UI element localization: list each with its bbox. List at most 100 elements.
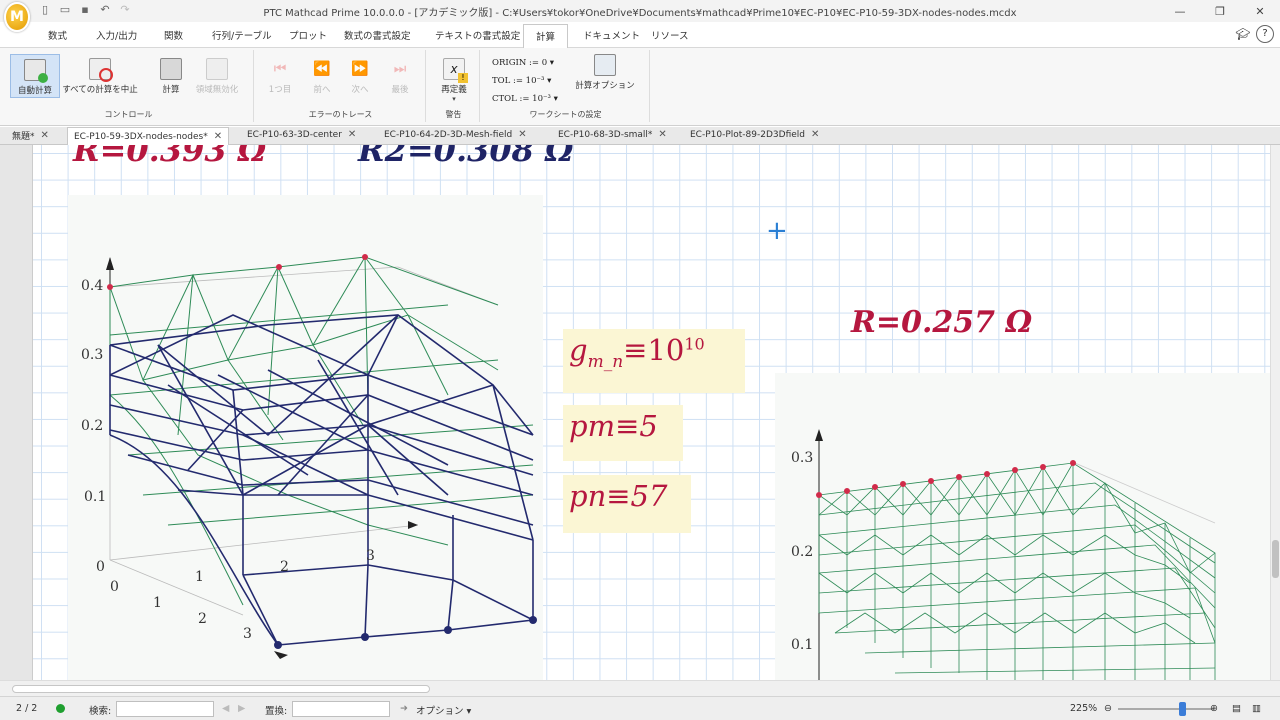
definition-pn[interactable]: pn≡57 <box>563 475 691 533</box>
y-tick-label: 2 <box>280 559 289 575</box>
close-tab-icon[interactable]: ✕ <box>348 129 356 140</box>
prev-error-button[interactable]: ⏪ 前へ <box>308 58 336 95</box>
tab-math-format[interactable]: 数式の書式設定 <box>344 28 411 42</box>
close-tab-icon[interactable]: ✕ <box>658 129 666 140</box>
help-icon[interactable]: ? <box>1256 25 1274 43</box>
ribbon-panel: 自動計算 すべての計算を中止 計算 領域無効化 コントロール ⏮ 1つ目 ⏪ 前… <box>0 48 1280 126</box>
auto-calc-button[interactable]: 自動計算 <box>10 54 60 98</box>
right-3d-plot[interactable]: 0.3 0.2 0.1 <box>775 373 1270 680</box>
horizontal-scrollbar[interactable] <box>0 680 1280 696</box>
doc-tab-untitled[interactable]: 無題* ✕ <box>12 129 49 142</box>
zoom-slider-track[interactable] <box>1118 708 1214 710</box>
options-label: オプション <box>416 706 464 717</box>
resistance-label-right[interactable]: R=0.257 Ω <box>851 305 1032 340</box>
search-next-icon[interactable]: ▶ <box>238 703 245 714</box>
tol-setting[interactable]: TOL := 10⁻³ ▾ <box>492 76 551 86</box>
options-dropdown[interactable]: オプション ▾ <box>416 703 471 717</box>
help-area: 🎓︎ ? <box>1234 25 1274 43</box>
doc-tab[interactable]: EC-P10-Plot-89-2D3Dfield ✕ <box>690 129 819 140</box>
doc-tab-label: EC-P10-68-3D-small* <box>558 129 653 140</box>
g-exponent: 10 <box>684 334 705 354</box>
tab-resources[interactable]: リソース <box>651 28 689 42</box>
page-view-icon[interactable]: ▤ <box>1232 703 1241 714</box>
redefine-dropdown-icon[interactable]: ▾ <box>436 95 472 103</box>
redefine-label: 再定義 <box>441 85 467 95</box>
maximize-icon[interactable]: ❐ <box>1200 0 1240 22</box>
left-3d-plot[interactable]: 0.4 0.3 0.2 0.1 0 0 1 2 3 1 2 3 <box>68 195 543 680</box>
search-prev-icon[interactable]: ◀ <box>222 703 229 714</box>
status-bar: 2 / 2 検索: ◀ ▶ 置換: ➜ オプション ▾ 225% ⊖ ⊕ ▤ ▥ <box>0 696 1280 720</box>
redefine-button[interactable]: x 再定義 ▾ <box>436 58 472 103</box>
doc-tab-label: EC-P10-59-3DX-nodes-nodes* <box>74 131 208 142</box>
tab-functions[interactable]: 関数 <box>164 28 183 42</box>
minimize-icon[interactable]: — <box>1160 0 1200 22</box>
tab-calculation[interactable]: 計算 <box>523 24 569 49</box>
doc-tab[interactable]: EC-P10-63-3D-center ✕ <box>247 129 356 140</box>
calc-options-icon <box>594 54 616 76</box>
g-value: ≡10 <box>623 333 685 367</box>
close-tab-icon[interactable]: ✕ <box>811 129 819 140</box>
calc-options-button[interactable]: 計算オプション <box>574 54 636 91</box>
close-tab-icon[interactable]: ✕ <box>518 129 526 140</box>
tab-math[interactable]: 数式 <box>48 28 67 42</box>
worksheet-canvas[interactable]: R=0.393 Ω R2=0.308 Ω + 0.4 0.3 0.2 0.1 0… <box>33 145 1270 680</box>
zoom-level: 225% <box>1070 703 1098 714</box>
doc-tab-label: 無題* <box>12 132 35 142</box>
tab-document[interactable]: ドキュメント <box>583 28 640 42</box>
worksheet-settings-group: ORIGIN := 0 ▾ TOL := 10⁻³ ▾ CTOL := 10⁻³… <box>482 50 650 122</box>
vertical-scroll-thumb[interactable] <box>1272 540 1279 578</box>
first-error-button[interactable]: ⏮ 1つ目 <box>266 58 294 95</box>
vertical-scrollbar[interactable] <box>1270 145 1280 680</box>
z-tick-label: 0.2 <box>81 418 103 434</box>
doc-tab[interactable]: EC-P10-68-3D-small* ✕ <box>558 129 667 140</box>
draft-view-icon[interactable]: ▥ <box>1252 703 1261 714</box>
replace-input[interactable] <box>292 701 390 717</box>
search-label: 検索: <box>89 706 112 717</box>
y-tick-label: 1 <box>195 569 204 585</box>
resistance-label-left[interactable]: R=0.393 Ω <box>73 145 266 169</box>
x-tick-label: 3 <box>243 626 252 642</box>
horizontal-scroll-thumb[interactable] <box>12 685 430 693</box>
stop-all-calc-button[interactable]: すべての計算を中止 <box>62 58 138 95</box>
next-error-button[interactable]: ⏩ 次へ <box>346 58 374 95</box>
close-tab-icon[interactable]: ✕ <box>41 130 49 141</box>
close-icon[interactable]: ✕ <box>1240 0 1280 22</box>
zoom-slider-thumb[interactable] <box>1179 702 1186 716</box>
doc-tab[interactable]: EC-P10-64-2D-3D-Mesh-field ✕ <box>384 129 527 140</box>
doc-tab-active[interactable]: EC-P10-59-3DX-nodes-nodes* ✕ <box>67 127 230 145</box>
resistance-label-r2[interactable]: R2=0.308 Ω <box>358 145 574 169</box>
zoom-in-icon[interactable]: ⊕ <box>1210 703 1218 714</box>
doc-tab-label: EC-P10-63-3D-center <box>247 129 342 140</box>
z-tick-label: 0.1 <box>84 489 106 505</box>
definition-pm[interactable]: pm≡5 <box>563 405 683 461</box>
replace-arrow-icon[interactable]: ➜ <box>400 703 408 714</box>
stop-calc-icon <box>89 58 113 82</box>
x-tick-label: 2 <box>198 611 207 627</box>
origin-setting[interactable]: ORIGIN := 0 ▾ <box>492 58 554 68</box>
definition-g-mn[interactable]: gm_n≡1010 <box>563 329 745 393</box>
redefine-warning-icon: x <box>443 58 468 83</box>
disable-region-button[interactable]: 領域無効化 <box>190 58 244 95</box>
auto-calc-icon <box>24 59 48 83</box>
tab-matrix-table[interactable]: 行列/テーブル <box>212 28 272 42</box>
z-tick-label: 0.2 <box>791 544 813 560</box>
doc-tab-label: EC-P10-Plot-89-2D3Dfield <box>690 129 805 140</box>
calculate-button[interactable]: 計算 <box>154 58 188 95</box>
close-tab-icon[interactable]: ✕ <box>214 131 222 142</box>
zoom-out-icon[interactable]: ⊖ <box>1104 703 1112 714</box>
search-input[interactable] <box>116 701 214 717</box>
ctol-value: CTOL := 10⁻³ <box>492 94 551 104</box>
mathcad-logo-icon[interactable]: M <box>4 2 30 32</box>
tab-plots[interactable]: プロット <box>289 28 327 42</box>
auto-calc-label: 自動計算 <box>17 86 52 96</box>
title-bar: M ▯ ▭ ▪ ↶ ↷ PTC Mathcad Prime 10.0.0.0 -… <box>0 0 1280 32</box>
last-arrow-icon: ⏭ <box>393 61 407 77</box>
tab-input-output[interactable]: 入力/出力 <box>96 28 137 42</box>
ctol-setting[interactable]: CTOL := 10⁻³ ▾ <box>492 94 558 104</box>
tab-text-format[interactable]: テキストの書式設定 <box>435 28 520 42</box>
graduation-cap-icon[interactable]: 🎓︎ <box>1234 25 1252 43</box>
calc-options-label: 計算オプション <box>575 81 635 91</box>
last-error-button[interactable]: ⏭ 最後 <box>386 58 414 95</box>
calc-status-icon <box>56 704 65 713</box>
stop-all-label: すべての計算を中止 <box>62 85 138 95</box>
